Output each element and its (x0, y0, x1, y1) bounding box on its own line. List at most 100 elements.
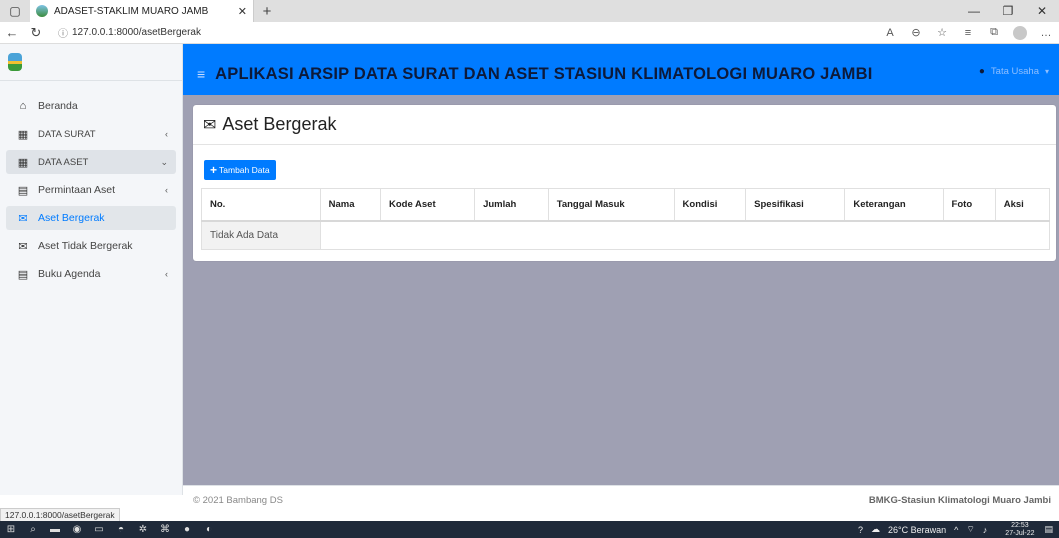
search-icon[interactable]: ⌕ (22, 524, 44, 535)
sidebar-menu: ⌂ Beranda ▦ DATA SURAT ‹ ▦ DATA ASET ⌄ ▤… (0, 81, 182, 286)
info-icon[interactable]: ⓘ (58, 25, 68, 40)
clock[interactable]: 22:53 27-Jul-22 (997, 522, 1034, 538)
site-favicon-icon (36, 5, 48, 17)
weather-icon: ☁ (870, 524, 880, 534)
bmkg-logo-icon (8, 53, 22, 71)
sidebar-item-label: Beranda (38, 100, 78, 112)
content-area: ✉ Aset Bergerak + Tambah Data No. Nama K… (183, 95, 1059, 485)
file-explorer-icon[interactable]: ▬ (44, 524, 66, 535)
vscode-icon[interactable]: ⌘ (154, 524, 176, 535)
user-menu[interactable]: ● Tata Usaha ▾ (979, 66, 1049, 77)
chevron-down-icon: ⌄ (160, 156, 168, 167)
column-header: Spesifikasi (745, 188, 846, 222)
app-icon[interactable]: ◐ (198, 524, 220, 535)
empty-row-text: Tidak Ada Data (201, 220, 321, 250)
app-icon[interactable]: ● (176, 524, 198, 535)
page-title: Aset Bergerak (222, 114, 337, 134)
column-header: Kondisi (673, 188, 747, 222)
book-icon: ▤ (17, 184, 29, 197)
home-icon: ⌂ (19, 100, 27, 112)
database-icon: ▦ (17, 128, 29, 141)
add-data-button[interactable]: + Tambah Data (204, 160, 276, 180)
sidebar-item-aset-tidak-bergerak[interactable]: ✉ Aset Tidak Bergerak (6, 234, 176, 258)
settings-icon[interactable]: ✲ (132, 524, 154, 535)
refresh-icon[interactable]: ↻ (24, 25, 48, 41)
user-name: Tata Usaha (990, 66, 1039, 77)
zoom-icon[interactable]: ⊖ (903, 26, 929, 39)
user-icon: ● (978, 66, 985, 77)
column-header: Foto (942, 188, 996, 222)
column-header: Jumlah (474, 188, 549, 222)
system-tray: ? ☁ 26°C Berawan ^ ⌔ ♪ 22:53 27-Jul-22 ▤ (850, 522, 1059, 538)
volume-icon[interactable]: ♪ (983, 525, 988, 535)
network-icon[interactable]: ⌔ (966, 524, 974, 535)
envelope-icon: ✉ (203, 116, 217, 134)
empty-row-fill (319, 220, 1051, 250)
asset-card: ✉ Aset Bergerak + Tambah Data No. Nama K… (193, 105, 1056, 261)
chevron-left-icon: ‹ (165, 129, 168, 139)
browser-tab-bar: ▢ ADASET-STAKLIM MUARO JAMB ✕ + — ❐ ✕ (0, 0, 1059, 22)
clock-date: 27-Jul-22 (1005, 529, 1035, 537)
profile-avatar[interactable] (1013, 25, 1027, 40)
tab-actions-icon[interactable]: ▢ (0, 0, 30, 22)
sidebar-item-label: DATA SURAT (38, 128, 96, 140)
chevron-up-icon[interactable]: ^ (954, 525, 958, 535)
weather-text[interactable]: 26°C Berawan (888, 525, 946, 535)
help-icon[interactable]: ? (858, 525, 863, 535)
table-header-row: No. Nama Kode Aset Jumlah Tanggal Masuk … (201, 188, 1051, 222)
window-controls: — ❐ ✕ (957, 4, 1059, 18)
windows-start-icon[interactable]: ⊞ (0, 524, 22, 535)
chrome-icon[interactable]: ◉ (66, 524, 88, 535)
sidebar-item-permintaan-aset[interactable]: ▤ Permintaan Aset ‹ (6, 178, 176, 202)
database-icon: ▦ (17, 156, 29, 169)
sidebar-item-beranda[interactable]: ⌂ Beranda (6, 94, 176, 118)
organization-name: BMKG-Stasiun Klimatologi Muaro Jambi (868, 495, 1051, 506)
new-tab-icon[interactable]: + (254, 3, 280, 20)
restore-icon[interactable]: ❐ (991, 4, 1025, 18)
book-icon: ▤ (17, 268, 29, 281)
chevron-left-icon: ‹ (165, 185, 168, 195)
asset-table: No. Nama Kode Aset Jumlah Tanggal Masuk … (201, 188, 1051, 250)
sidebar-item-label: Permintaan Aset (38, 184, 116, 196)
notification-icon[interactable]: ▤ (1044, 524, 1053, 535)
sidebar-item-aset-bergerak[interactable]: ✉ Aset Bergerak (6, 206, 176, 230)
copyright-text: © 2021 Bambang DS (193, 495, 283, 506)
status-url: 127.0.0.1:8000/asetBergerak (0, 508, 120, 522)
envelope-open-icon: ✉ (18, 240, 28, 253)
column-header: Nama (319, 188, 382, 222)
edge-icon[interactable]: ◓ (110, 524, 132, 535)
minimize-icon[interactable]: — (957, 4, 991, 18)
column-header: Aksi (994, 188, 1051, 222)
envelope-icon: ✉ (18, 212, 28, 225)
column-header: Kode Aset (379, 188, 476, 222)
brand[interactable] (0, 44, 182, 81)
sidebar-item-data-aset[interactable]: ▦ DATA ASET ⌄ (6, 150, 176, 174)
close-tab-icon[interactable]: ✕ (238, 5, 247, 18)
sidebar-item-buku-agenda[interactable]: ▤ Buku Agenda ‹ (6, 262, 176, 286)
sidebar: ⌂ Beranda ▦ DATA SURAT ‹ ▦ DATA ASET ⌄ ▤… (0, 44, 183, 495)
folder-icon[interactable]: ▭ (88, 524, 110, 535)
sidebar-item-label: Buku Agenda (38, 268, 101, 280)
favorites-list-icon[interactable]: ≡ (955, 27, 981, 39)
more-icon[interactable]: … (1033, 27, 1059, 39)
address-bar: ← ↻ ⓘ 127.0.0.1:8000/asetBergerak A ⊖ ☆ … (0, 22, 1059, 44)
collections-icon[interactable]: ⧉ (981, 26, 1007, 39)
menu-toggle-icon[interactable]: ≡ (197, 66, 205, 82)
table-row: Tidak Ada Data (201, 220, 1051, 250)
plus-icon: + (210, 163, 218, 177)
add-data-label: Tambah Data (219, 165, 270, 175)
app-header: ≡ APLIKASI ARSIP DATA SURAT DAN ASET STA… (183, 44, 1059, 95)
app-footer: © 2021 Bambang DS BMKG-Stasiun Klimatolo… (183, 485, 1059, 515)
browser-tab[interactable]: ADASET-STAKLIM MUARO JAMB ✕ (30, 0, 254, 22)
column-header: Keterangan (844, 188, 944, 222)
sidebar-item-data-surat[interactable]: ▦ DATA SURAT ‹ (6, 122, 176, 146)
sidebar-item-label: Aset Bergerak (38, 212, 105, 224)
sidebar-item-label: DATA ASET (38, 156, 89, 168)
back-icon[interactable]: ← (0, 25, 24, 40)
close-window-icon[interactable]: ✕ (1025, 4, 1059, 18)
favorite-icon[interactable]: ☆ (929, 26, 955, 39)
sidebar-item-label: Aset Tidak Bergerak (38, 240, 133, 252)
url-field[interactable]: 127.0.0.1:8000/asetBergerak (72, 27, 201, 38)
read-aloud-icon[interactable]: A (877, 27, 903, 39)
chevron-left-icon: ‹ (165, 269, 168, 279)
